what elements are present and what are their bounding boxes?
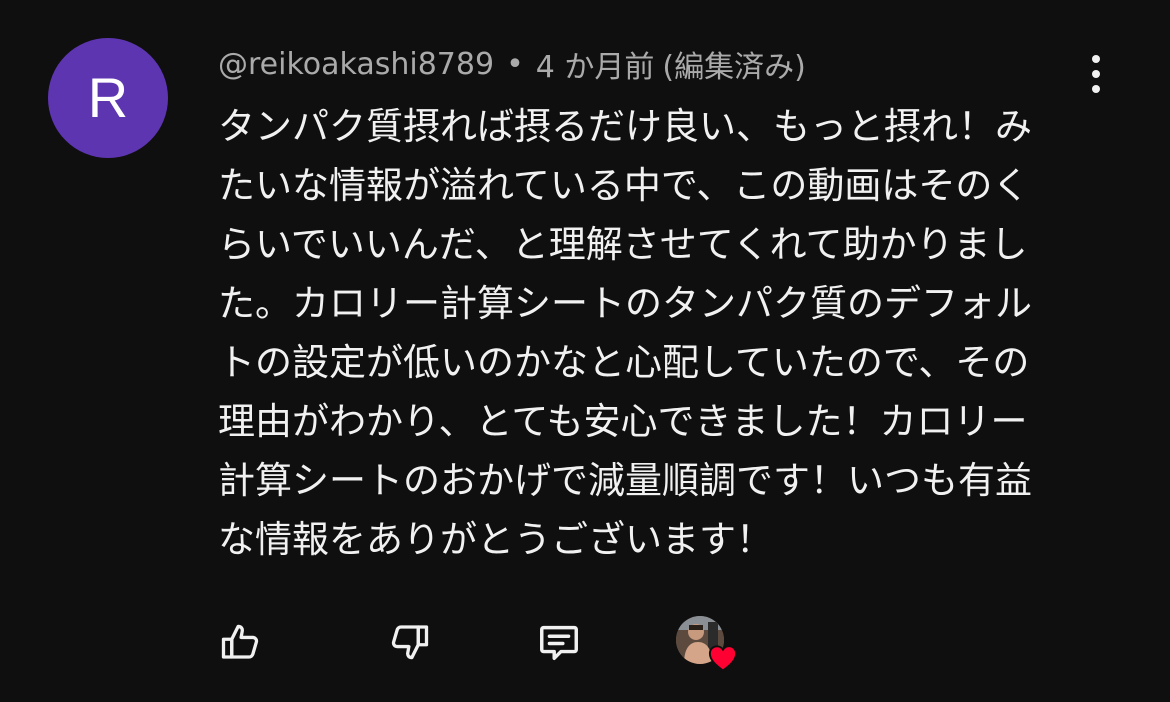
edited-label: (編集済み) — [662, 50, 806, 85]
comment-action-bar — [216, 614, 818, 672]
more-actions-button[interactable] — [1076, 52, 1116, 96]
menu-dot — [1092, 70, 1100, 78]
creator-heart-badge — [676, 616, 738, 672]
like-button[interactable] — [216, 614, 264, 670]
menu-dot — [1092, 85, 1100, 93]
heart-icon — [708, 645, 738, 672]
thumbs-up-icon — [221, 624, 259, 659]
comment-thread: R @reikoakashi8789 • 4 か月前 (編集済み) タンパク質摂… — [0, 0, 1170, 702]
author-avatar[interactable]: R — [48, 38, 168, 158]
header-separator: • — [506, 46, 524, 82]
dislike-button[interactable] — [386, 614, 434, 670]
reply-button[interactable] — [535, 614, 583, 670]
comment-reply-icon — [540, 625, 578, 661]
thumbs-down-icon — [391, 625, 429, 660]
comment-header: @reikoakashi8789 • 4 か月前 (編集済み) — [218, 42, 806, 86]
comment-timestamp[interactable]: 4 か月前 — [536, 42, 655, 86]
author-name[interactable]: @reikoakashi8789 — [218, 47, 494, 82]
comment-text: タンパク質摂れば摂るだけ良い、もっと摂れ！み たいな情報が溢れている中で、この動… — [218, 105, 1032, 561]
menu-dot — [1092, 55, 1100, 63]
avatar-letter: R — [87, 66, 129, 129]
